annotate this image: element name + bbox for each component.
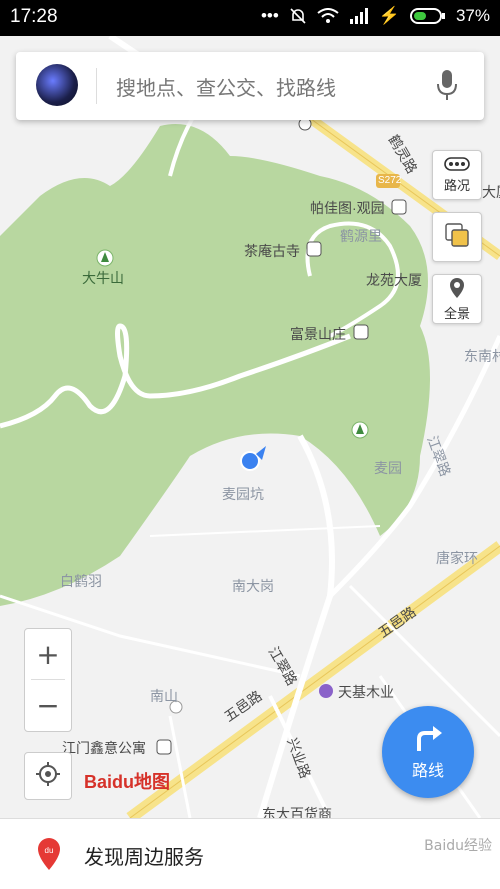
mute-bell-icon <box>289 7 307 25</box>
layers-icon <box>444 222 470 252</box>
layers-button[interactable] <box>432 212 482 262</box>
discover-nearby-label[interactable]: 发现周边服务 <box>84 841 204 870</box>
map-label-baiheyu: 白鹤羽 <box>60 573 102 589</box>
map-label-nandagang: 南大岗 <box>232 578 274 594</box>
map-label-s272: S272 <box>378 175 402 186</box>
svg-text:du: du <box>45 846 54 855</box>
baidu-jingyan-watermark: Baidu经验 <box>424 838 492 854</box>
route-arrow-icon <box>411 723 445 757</box>
panorama-button[interactable]: 全景 <box>432 274 482 324</box>
battery-icon <box>409 7 446 25</box>
search-divider <box>96 68 97 104</box>
status-icons: ••• ⚡ 37% <box>261 6 490 26</box>
map-label-longyuan[interactable]: 龙苑大厦 <box>366 270 422 290</box>
bottom-bar[interactable]: du 发现周边服务 Baidu经验 <box>0 818 500 889</box>
panorama-pin-icon <box>448 277 466 303</box>
map-label-jiangmen[interactable]: 江门鑫意公寓 <box>62 738 146 758</box>
zoom-out-button[interactable]: − <box>25 680 71 730</box>
map-label-da: 大厦 <box>482 184 500 200</box>
charging-icon: ⚡ <box>378 6 400 25</box>
locate-me-button[interactable] <box>24 752 72 800</box>
map-label-heyuanli: 鹤源里 <box>340 228 382 244</box>
search-input[interactable]: 搜地点、查公交、找路线 <box>116 72 336 101</box>
map-label-fujing[interactable]: 富景山庄 <box>290 324 346 344</box>
status-bar: 17:28 ••• ⚡ 37% <box>0 0 500 36</box>
more-icon: ••• <box>260 6 279 25</box>
map-label-dongnan: 东南村 <box>464 348 500 364</box>
user-avatar[interactable] <box>36 64 78 106</box>
zoom-control: + − <box>24 628 72 732</box>
signal-icon <box>349 8 369 24</box>
map-label-dongda[interactable]: 东大百货商 <box>262 804 332 818</box>
traffic-label: 路况 <box>443 178 470 194</box>
search-bar[interactable]: 搜地点、查公交、找路线 <box>16 52 484 120</box>
map-label-pajiatu[interactable]: 帕佳图·观园 <box>310 198 385 218</box>
panorama-label: 全景 <box>443 306 470 322</box>
battery-percent: 37% <box>455 6 490 25</box>
microphone-icon[interactable] <box>436 68 458 106</box>
map-label-tianjimu[interactable]: 天基木业 <box>338 682 394 702</box>
zoom-in-button[interactable]: + <box>25 629 71 679</box>
baidu-map-logo: Baidu地图 <box>84 768 170 794</box>
status-time: 17:28 <box>10 6 58 27</box>
map-label-maiyuankeng: 麦园坑 <box>222 486 264 502</box>
traffic-icon <box>444 156 470 175</box>
crosshair-icon <box>35 761 61 791</box>
route-button[interactable]: 路线 <box>382 706 474 798</box>
route-label: 路线 <box>411 761 444 780</box>
map-canvas[interactable]: 帕佳图·观园 茶庵古寺 鹤源里 龙苑大厦 大牛山 富景山庄 东南村 麦园 麦园坑… <box>0 36 500 818</box>
traffic-button[interactable]: 路况 <box>432 150 482 200</box>
baidu-logo-text: Baidu地图 <box>84 772 171 792</box>
map-label-maiyuan: 麦园 <box>374 460 402 476</box>
location-pin-icon: du <box>36 837 62 875</box>
map-label-tangjiahuan: 唐家环 <box>436 550 478 566</box>
map-label-daniushan[interactable]: 大牛山 <box>82 268 124 288</box>
map-label-chaan[interactable]: 茶庵古寺 <box>244 241 300 261</box>
map-label-nanshan: 南山 <box>150 688 178 704</box>
wifi-icon <box>317 8 339 24</box>
